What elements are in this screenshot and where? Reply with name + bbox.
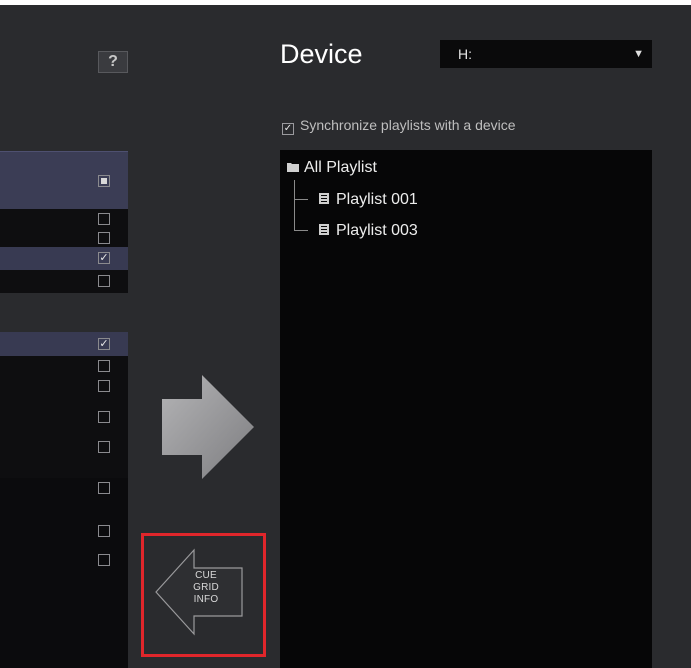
tree-root[interactable]: All Playlist: [287, 159, 377, 177]
playlist-label: Playlist 001: [336, 191, 418, 208]
device-title: Device: [280, 39, 363, 69]
tree-connector: [294, 180, 295, 230]
tree-connector: [294, 230, 308, 231]
row-checkbox[interactable]: ✓: [98, 338, 110, 350]
table-row[interactable]: [0, 407, 128, 437]
chevron-down-icon: ▼: [633, 48, 644, 60]
device-drive-select[interactable]: H: ▼: [440, 40, 652, 68]
track-list-lower: [0, 478, 128, 668]
row-checkbox[interactable]: [98, 441, 110, 453]
row-checkbox[interactable]: [98, 482, 110, 494]
table-row[interactable]: [0, 437, 128, 483]
cue-label: CUE: [195, 570, 217, 581]
table-row[interactable]: ✓: [0, 332, 128, 356]
info-label: INFO: [193, 594, 219, 605]
right-arrow-icon: [162, 375, 254, 479]
row-checkbox[interactable]: [98, 380, 110, 392]
select-all-checkbox[interactable]: [98, 175, 110, 187]
row-checkbox[interactable]: [98, 411, 110, 423]
playlist-icon: [319, 193, 329, 204]
row-checkbox[interactable]: ✓: [98, 252, 110, 264]
row-checkbox[interactable]: [98, 525, 110, 537]
row-checkbox[interactable]: [98, 275, 110, 287]
row-checkbox[interactable]: [98, 554, 110, 566]
table-row[interactable]: [0, 376, 128, 407]
device-playlist-tree: All Playlist Playlist 001 Playlist 003: [280, 150, 652, 668]
table-row[interactable]: [0, 228, 128, 247]
row-checkbox[interactable]: [98, 232, 110, 244]
sync-checkbox[interactable]: ✓: [282, 123, 294, 135]
tree-root-label: All Playlist: [304, 159, 377, 176]
tree-connector: [294, 199, 308, 200]
tree-item-playlist[interactable]: Playlist 001: [319, 191, 418, 209]
tree-item-playlist[interactable]: Playlist 003: [319, 222, 418, 240]
table-row[interactable]: [0, 209, 128, 228]
grid-label: GRID: [193, 582, 219, 593]
row-checkbox[interactable]: [98, 213, 110, 225]
sync-playlists-option[interactable]: ✓ Synchronize playlists with a device: [282, 117, 516, 135]
help-button[interactable]: ?: [98, 51, 128, 73]
device-drive-value: H:: [458, 46, 472, 62]
row-checkbox[interactable]: [98, 360, 110, 372]
playlist-label: Playlist 003: [336, 222, 418, 239]
sync-manager-window: ? ✓ ✓ CUE GRID INFO Device H: ▼ ✓ Synchr…: [0, 5, 691, 668]
import-from-device-button[interactable]: CUE GRID INFO: [141, 533, 266, 657]
folder-icon: [287, 163, 299, 172]
playlist-icon: [319, 224, 329, 235]
table-row[interactable]: [0, 270, 128, 293]
sync-label: Synchronize playlists with a device: [300, 117, 516, 133]
list-header-row: [0, 151, 128, 209]
table-row[interactable]: ✓: [0, 247, 128, 270]
export-to-device-button[interactable]: [162, 375, 254, 484]
table-row[interactable]: [0, 356, 128, 376]
